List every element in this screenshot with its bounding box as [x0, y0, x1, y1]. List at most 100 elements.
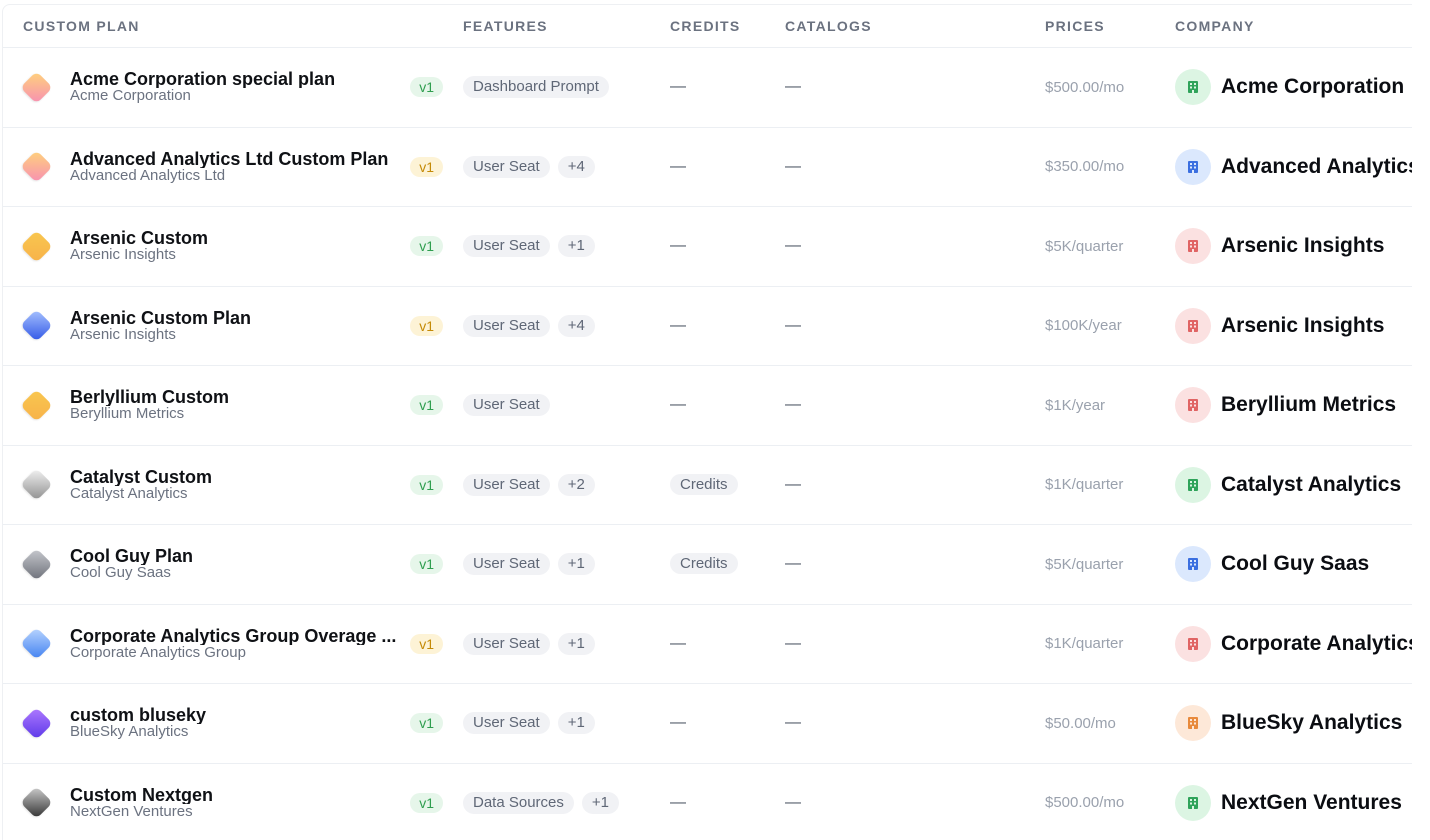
plan-company-name: Arsenic Insights — [70, 247, 176, 264]
company-name[interactable]: Corporate Analytics Group — [1221, 632, 1412, 656]
company-name[interactable]: Acme Corporation — [1221, 75, 1404, 99]
plan-company-name: Beryllium Metrics — [70, 406, 185, 423]
column-header-credits[interactable]: CREDITS — [670, 18, 785, 34]
table-row[interactable]: Berlyllium Custom Beryllium Metrics v1 User… — [3, 366, 1412, 446]
feature-chip[interactable]: User Seat — [463, 394, 550, 417]
column-header-features[interactable]: FEATURES — [463, 18, 670, 34]
table-row[interactable]: Custom Nextgen NextGen Ventures v1 Data Sou… — [3, 764, 1412, 840]
table-row[interactable]: Corporate Analytics Group Overage ... Cor… — [3, 605, 1412, 684]
feature-chip[interactable]: User Seat — [463, 155, 550, 178]
plan-company-name: Corporate Analytics Group — [70, 644, 246, 661]
company-cell[interactable]: Beryllium Metrics — [1175, 387, 1412, 424]
company-avatar — [1175, 625, 1211, 662]
version-badge: v1 — [410, 77, 443, 98]
company-name[interactable]: Arsenic Insights — [1221, 314, 1384, 338]
company-avatar — [1175, 705, 1211, 742]
plan-company-name: BlueSky Analytics — [70, 724, 189, 741]
more-features-chip[interactable]: +1 — [557, 712, 595, 735]
company-avatar — [1175, 387, 1211, 424]
building-icon — [1188, 796, 1198, 809]
credits-chip[interactable]: Credits — [670, 473, 738, 495]
table-row[interactable]: custom bluseky BlueSky Analytics v1 User Se… — [3, 684, 1412, 764]
company-name[interactable]: Advanced Analytics Ltd — [1221, 155, 1412, 179]
company-cell[interactable]: Catalyst Analytics — [1175, 466, 1412, 503]
company-cell[interactable]: Acme Corporation — [1175, 69, 1412, 106]
empty-credits: — — [670, 396, 686, 414]
plan-cell: Berlyllium Custom Beryllium Metrics v1 — [3, 388, 463, 422]
plan-name[interactable]: Catalyst Custom — [70, 468, 410, 486]
table-row[interactable]: Acme Corporation special plan Acme Corpor… — [3, 48, 1412, 128]
building-icon — [1188, 637, 1198, 650]
features-cell: Dashboard Prompt — [463, 76, 670, 99]
more-features-chip[interactable]: +1 — [557, 235, 595, 258]
feature-chip[interactable]: Dashboard Prompt — [463, 76, 609, 99]
table-row[interactable]: Cool Guy Plan Cool Guy Saas v1 User Seat +1 C… — [3, 525, 1412, 605]
company-name[interactable]: NextGen Ventures — [1221, 791, 1402, 815]
plan-diamond-icon — [19, 706, 53, 740]
credits-chip[interactable]: Credits — [670, 553, 738, 575]
plan-name[interactable]: Arsenic Custom — [70, 229, 410, 247]
company-name[interactable]: Catalyst Analytics — [1221, 473, 1401, 497]
company-name[interactable]: Cool Guy Saas — [1221, 552, 1369, 576]
company-avatar — [1175, 307, 1211, 344]
feature-chip[interactable]: User Seat — [463, 632, 550, 655]
plan-diamond-shape — [19, 706, 53, 740]
feature-chip[interactable]: User Seat — [463, 314, 550, 337]
table-row[interactable]: Arsenic Custom Arsenic Insights v1 User Sea… — [3, 207, 1412, 287]
empty-credits: — — [670, 793, 686, 811]
more-features-chip[interactable]: +1 — [557, 553, 595, 576]
company-cell[interactable]: Corporate Analytics Group — [1175, 625, 1412, 662]
plan-name[interactable]: Acme Corporation special plan — [70, 70, 410, 88]
plan-name[interactable]: Berlyllium Custom — [70, 388, 410, 406]
plan-cell: custom bluseky BlueSky Analytics v1 — [3, 706, 463, 740]
column-header-custom-plan[interactable]: CUSTOM PLAN — [3, 18, 463, 34]
plan-name[interactable]: Cool Guy Plan — [70, 547, 410, 565]
company-cell[interactable]: Arsenic Insights — [1175, 228, 1412, 265]
feature-chip[interactable]: User Seat — [463, 553, 550, 576]
plan-name[interactable]: Custom Nextgen — [70, 786, 410, 804]
feature-chip[interactable]: Data Sources — [463, 791, 574, 814]
plan-text: Cool Guy Plan Cool Guy Saas — [70, 547, 410, 581]
company-name[interactable]: Arsenic Insights — [1221, 234, 1384, 258]
more-features-chip[interactable]: +1 — [581, 791, 619, 814]
plan-diamond-icon — [19, 70, 53, 104]
table-body: Acme Corporation special plan Acme Corpor… — [3, 48, 1412, 840]
credits-cell: Credits — [670, 473, 785, 495]
plan-cell: Arsenic Custom Arsenic Insights v1 — [3, 229, 463, 263]
plan-text: Arsenic Custom Plan Arsenic Insights — [70, 309, 410, 343]
features-cell: User Seat +1 — [463, 712, 670, 735]
plan-name[interactable]: custom bluseky — [70, 706, 410, 724]
feature-chip[interactable]: User Seat — [463, 235, 550, 258]
column-header-prices[interactable]: PRICES — [1045, 18, 1175, 34]
table-row[interactable]: Catalyst Custom Catalyst Analytics v1 User … — [3, 446, 1412, 525]
empty-catalogs: — — [785, 714, 801, 732]
plan-name[interactable]: Corporate Analytics Group Overage ... — [70, 627, 410, 645]
feature-chip[interactable]: User Seat — [463, 473, 550, 496]
company-cell[interactable]: Advanced Analytics Ltd — [1175, 148, 1412, 185]
plan-name[interactable]: Advanced Analytics Ltd Custom Plan — [70, 150, 410, 168]
company-name[interactable]: BlueSky Analytics — [1221, 711, 1402, 735]
credits-cell: — — [670, 317, 785, 335]
table-row[interactable]: Arsenic Custom Plan Arsenic Insights v1 Use… — [3, 287, 1412, 366]
company-cell[interactable]: BlueSky Analytics — [1175, 705, 1412, 742]
company-name[interactable]: Beryllium Metrics — [1221, 393, 1396, 417]
version-badge: v1 — [410, 713, 443, 734]
plan-cell: Advanced Analytics Ltd Custom Plan Advanc… — [3, 150, 463, 184]
company-cell[interactable]: NextGen Ventures — [1175, 784, 1412, 821]
column-header-company[interactable]: COMPANY — [1175, 18, 1412, 34]
feature-chip[interactable]: User Seat — [463, 712, 550, 735]
more-features-chip[interactable]: +1 — [557, 632, 595, 655]
catalogs-cell: — — [785, 317, 1045, 335]
features-cell: User Seat +4 — [463, 155, 670, 178]
plan-company-name: Acme Corporation — [70, 88, 191, 105]
more-features-chip[interactable]: +4 — [557, 155, 595, 178]
table-row[interactable]: Advanced Analytics Ltd Custom Plan Advanc… — [3, 128, 1412, 207]
building-icon — [1188, 717, 1198, 730]
company-cell[interactable]: Cool Guy Saas — [1175, 546, 1412, 583]
company-cell[interactable]: Arsenic Insights — [1175, 307, 1412, 344]
more-features-chip[interactable]: +2 — [557, 473, 595, 496]
empty-credits: — — [670, 78, 686, 96]
column-header-catalogs[interactable]: CATALOGS — [785, 18, 1045, 34]
plan-name[interactable]: Arsenic Custom Plan — [70, 309, 410, 327]
more-features-chip[interactable]: +4 — [557, 314, 595, 337]
